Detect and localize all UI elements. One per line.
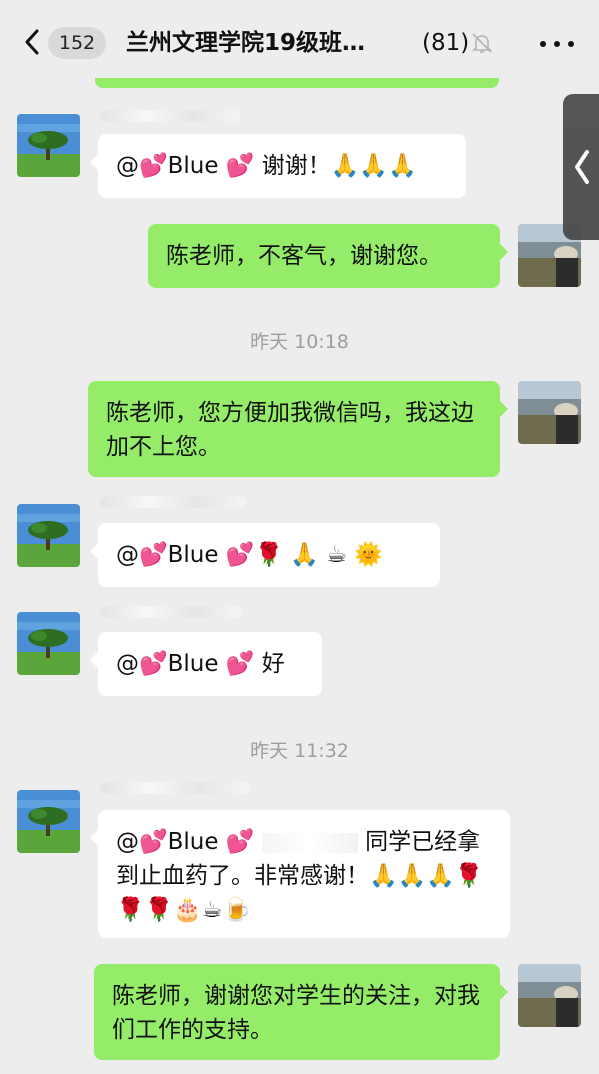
sender-name-redacted	[100, 782, 250, 794]
back-chevron-icon[interactable]	[22, 28, 42, 56]
chat-header: 152 兰州文理学院19级班… (81)	[0, 0, 599, 78]
more-options-icon[interactable]	[540, 38, 574, 50]
message-text: @💕Blue 💕 谢谢！🙏🙏🙏	[116, 153, 417, 179]
bell-off-icon	[472, 33, 492, 53]
message-text: @💕Blue 💕🌹 🙏 ☕ 🌞	[116, 542, 383, 568]
message-bubble-outgoing[interactable]: 陈老师，您方便加我微信吗，我这边加不上您。	[88, 381, 508, 477]
avatar-self[interactable]	[518, 964, 581, 1027]
message-bubble-incoming[interactable]: @💕Blue 💕 同学已经拿到止血药了。非常感谢！🙏🙏🙏🌹🌹🌹🎂☕🍺	[90, 810, 510, 938]
message-text: 陈老师，谢谢您对学生的关注，对我们工作的支持。	[112, 983, 480, 1043]
message-text-mention: @💕Blue 💕	[116, 829, 255, 855]
message-text: @💕Blue 💕 好	[116, 651, 285, 677]
message-text: 陈老师，不客气，谢谢您。	[166, 243, 442, 269]
avatar-tree[interactable]	[17, 612, 80, 675]
sender-name-redacted	[100, 110, 240, 122]
message-bubble-incoming[interactable]: @💕Blue 💕🌹 🙏 ☕ 🌞	[90, 523, 440, 587]
message-bubble-outgoing[interactable]: 陈老师，谢谢您对学生的关注，对我们工作的支持。	[94, 964, 508, 1060]
side-panel-handle[interactable]	[563, 94, 599, 240]
member-count: (81)	[422, 30, 470, 56]
sender-name-redacted	[100, 606, 242, 618]
avatar-self[interactable]	[518, 381, 581, 444]
chevron-left-thin-icon	[575, 150, 589, 184]
unread-count-badge[interactable]: 152	[48, 27, 106, 59]
message-bubble-outgoing[interactable]: 陈老师，不客气，谢谢您。	[148, 224, 508, 288]
timestamp-divider: 昨天 10:18	[250, 331, 349, 353]
message-bubble-incoming[interactable]: @💕Blue 💕 谢谢！🙏🙏🙏	[90, 134, 466, 198]
redacted-name-mask	[261, 832, 358, 853]
avatar-tree[interactable]	[17, 790, 80, 853]
avatar-tree[interactable]	[17, 114, 80, 177]
message-bubble-incoming[interactable]: @💕Blue 💕 好	[90, 632, 322, 696]
message-text: 陈老师，您方便加我微信吗，我这边加不上您。	[106, 400, 474, 460]
chat-title: 兰州文理学院19级班…	[126, 30, 366, 56]
avatar-tree[interactable]	[17, 504, 80, 567]
timestamp-divider: 昨天 11:32	[250, 740, 349, 762]
sender-name-redacted	[100, 496, 246, 508]
